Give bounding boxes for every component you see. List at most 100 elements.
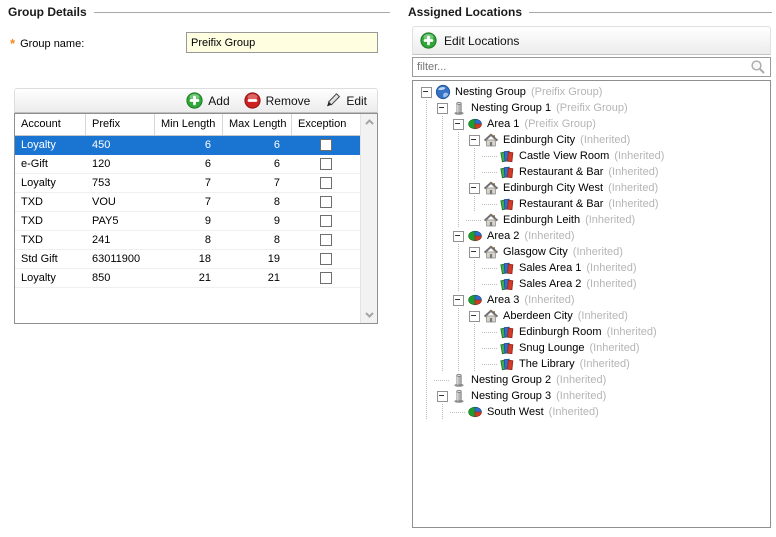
house-icon [483,308,499,324]
column-header-min-length[interactable]: Min Length [155,114,223,135]
column-header-max-length[interactable]: Max Length [223,114,292,135]
collapse-toggle-icon[interactable] [450,292,466,308]
tree-guide-line [450,196,466,212]
cell-min_length: 7 [155,174,223,193]
table-row[interactable]: e-Gift12066 [15,155,377,174]
collapse-toggle-icon[interactable] [450,116,466,132]
column-header-account[interactable]: Account [15,114,86,135]
table-scrollbar[interactable] [360,114,377,323]
edit-button[interactable]: Edit [324,92,367,109]
tree-node[interactable]: Edinburgh City(Inherited) [418,132,770,148]
collapse-toggle-icon[interactable] [466,132,482,148]
table-row[interactable]: TXD24188 [15,231,377,250]
collapse-toggle-icon[interactable] [450,228,466,244]
collapse-toggle-icon[interactable] [434,100,450,116]
tree-guide-line [418,244,434,260]
tree-node-suffix: (Inherited) [608,166,658,178]
prefix-table: AccountPrefixMin LengthMax LengthExcepti… [14,113,378,324]
tree-guide-line [434,260,450,276]
collapse-toggle-icon[interactable] [466,308,482,324]
locations-tree: Nesting Group(Preifix Group)Nesting Grou… [412,80,771,528]
column-header-exception[interactable]: Exception [292,114,360,135]
tree-node[interactable]: Edinburgh Leith(Inherited) [418,212,770,228]
nesting-group-icon [451,372,467,388]
add-circle-icon [420,32,437,49]
table-row[interactable]: Loyalty8502121 [15,269,377,288]
cell-exception [292,212,360,231]
cell-prefix: 450 [86,136,155,155]
tree-guide-line [450,244,466,260]
filter-input[interactable] [417,61,750,73]
exception-checkbox[interactable] [320,272,332,284]
sales-area-icon [499,164,515,180]
scroll-up-icon[interactable] [363,116,376,129]
tree-node[interactable]: Aberdeen City(Inherited) [418,308,770,324]
table-row[interactable]: TXDVOU78 [15,193,377,212]
collapse-toggle-icon[interactable] [466,244,482,260]
tree-guide-line [418,228,434,244]
exception-checkbox[interactable] [320,234,332,246]
exception-checkbox[interactable] [320,139,332,151]
tree-node[interactable]: The Library(Inherited) [418,356,770,372]
tree-node[interactable]: Nesting Group 2(Inherited) [418,372,770,388]
tree-node[interactable]: Area 1(Preifix Group) [418,116,770,132]
tree-node-label: Edinburgh City West [503,182,603,194]
tree-guide-line [434,276,450,292]
tree-node-label: Nesting Group 3 [471,390,551,402]
tree-node[interactable]: Edinburgh City West(Inherited) [418,180,770,196]
house-icon [483,132,499,148]
add-button[interactable]: Add [186,92,229,109]
tree-node[interactable]: Restaurant & Bar(Inherited) [418,196,770,212]
tree-node[interactable]: Glasgow City(Inherited) [418,244,770,260]
group-name-input[interactable] [186,32,378,53]
tree-node-suffix: (Preifix Group) [556,102,628,114]
exception-checkbox[interactable] [320,253,332,265]
exception-checkbox[interactable] [320,215,332,227]
tree-node[interactable]: Area 3(Inherited) [418,292,770,308]
cell-exception [292,174,360,193]
cell-min_length: 21 [155,269,223,288]
tree-node[interactable]: South West(Inherited) [418,404,770,420]
prefix-table-body: Loyalty45066e-Gift12066Loyalty75377TXDVO… [15,136,377,288]
cell-max_length: 19 [223,250,292,269]
tree-guide-line [466,164,482,180]
tree-guide-line [434,164,450,180]
tree-node[interactable]: Restaurant & Bar(Inherited) [418,164,770,180]
collapse-toggle-icon[interactable] [418,84,434,100]
collapse-toggle-icon[interactable] [466,180,482,196]
table-row[interactable]: Loyalty75377 [15,174,377,193]
remove-button[interactable]: Remove [244,92,311,109]
remove-button-label: Remove [266,94,311,108]
tree-node[interactable]: Snug Lounge(Inherited) [418,340,770,356]
column-header-prefix[interactable]: Prefix [86,114,155,135]
cell-min_length: 8 [155,231,223,250]
tree-node[interactable]: Castle View Room(Inherited) [418,148,770,164]
exception-checkbox[interactable] [320,196,332,208]
tree-node-label: Glasgow City [503,246,568,258]
tree-node[interactable]: Sales Area 1(Inherited) [418,260,770,276]
tree-connector [482,260,498,276]
tree-node[interactable]: Edinburgh Room(Inherited) [418,324,770,340]
sales-area-icon [499,148,515,164]
table-row[interactable]: Std Gift630119001819 [15,250,377,269]
tree-node[interactable]: Nesting Group 3(Inherited) [418,388,770,404]
tree-node[interactable]: Sales Area 2(Inherited) [418,276,770,292]
sales-area-icon [499,356,515,372]
scroll-down-icon[interactable] [363,308,376,321]
cell-account: e-Gift [15,155,86,174]
table-row[interactable]: TXDPAY599 [15,212,377,231]
tree-node-label: Area 2 [487,230,519,242]
collapse-toggle-icon[interactable] [434,388,450,404]
exception-checkbox[interactable] [320,158,332,170]
tree-node[interactable]: Area 2(Inherited) [418,228,770,244]
tree-guide-line [466,324,482,340]
tree-node-label: Edinburgh Leith [503,214,580,226]
tree-node[interactable]: Nesting Group(Preifix Group) [418,84,770,100]
tree-node[interactable]: Nesting Group 1(Preifix Group) [418,100,770,116]
cell-max_length: 21 [223,269,292,288]
tree-connector [434,372,450,388]
exception-checkbox[interactable] [320,177,332,189]
table-row[interactable]: Loyalty45066 [15,136,377,155]
edit-locations-button[interactable]: Edit Locations [420,32,519,49]
prefix-group-window: Group Details * Group name: Add Remove E… [0,0,776,537]
